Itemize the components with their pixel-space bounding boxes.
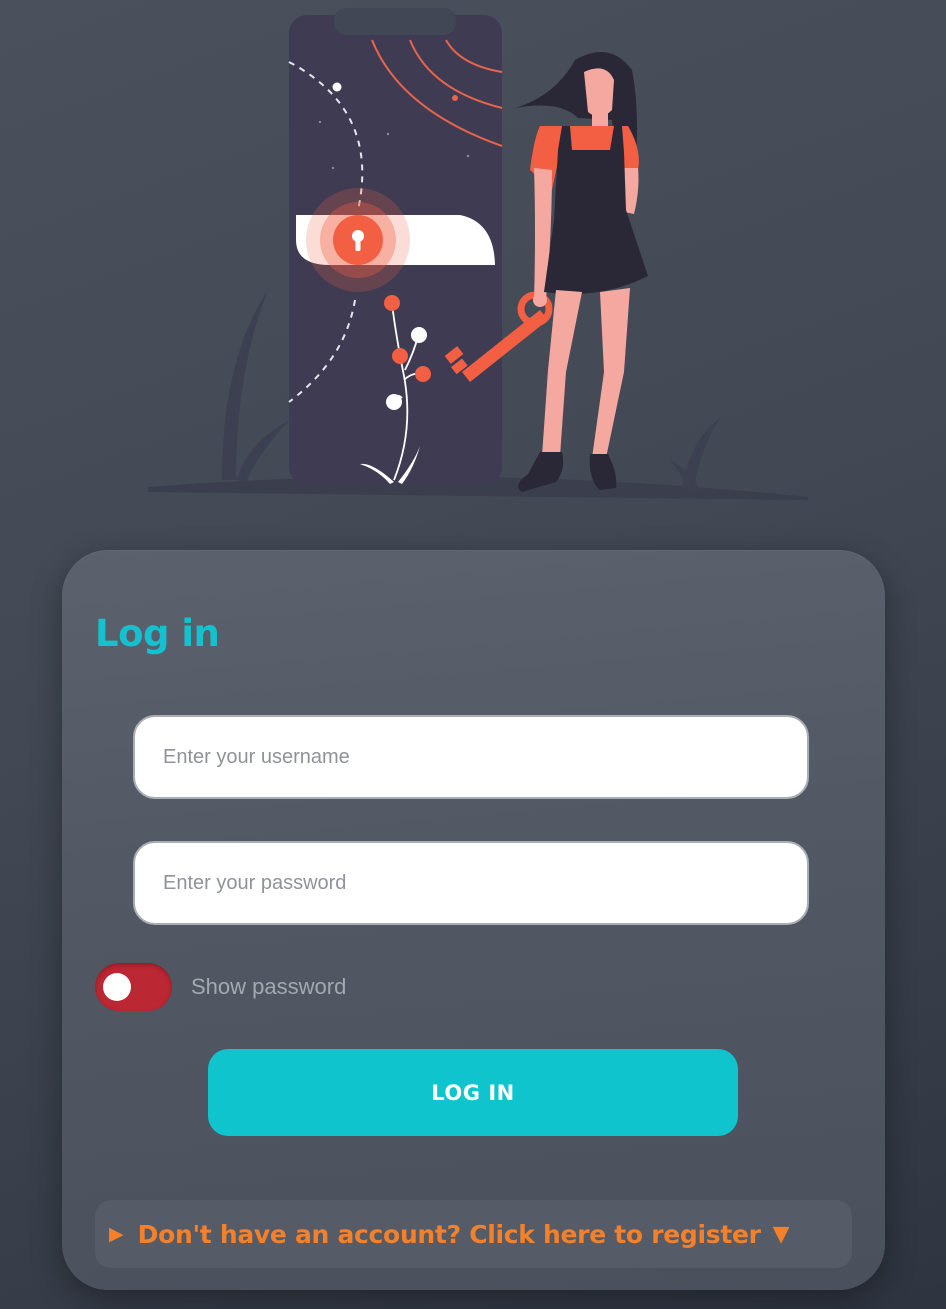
- woman-figure: [515, 52, 648, 492]
- phone-notch: [334, 8, 456, 35]
- username-input[interactable]: [133, 715, 809, 799]
- triangle-down-icon: ▼: [772, 1221, 790, 1247]
- show-password-label: Show password: [191, 974, 347, 999]
- hero-illustration: [148, 8, 808, 500]
- login-title: Log in: [95, 612, 220, 655]
- toggle-knob: [103, 973, 131, 1001]
- leaf-left-small: [236, 420, 290, 482]
- register-link[interactable]: ▶ Don't have an account? Click here to r…: [95, 1200, 852, 1268]
- password-input[interactable]: [133, 841, 809, 925]
- login-card: Log in Show password LOG IN ▶ Don't have…: [62, 550, 885, 1290]
- triangle-right-icon: ▶: [109, 1223, 124, 1245]
- register-link-text[interactable]: Don't have an account? Click here to reg…: [138, 1220, 761, 1249]
- login-button[interactable]: LOG IN: [208, 1049, 738, 1136]
- show-password-toggle[interactable]: [95, 963, 172, 1011]
